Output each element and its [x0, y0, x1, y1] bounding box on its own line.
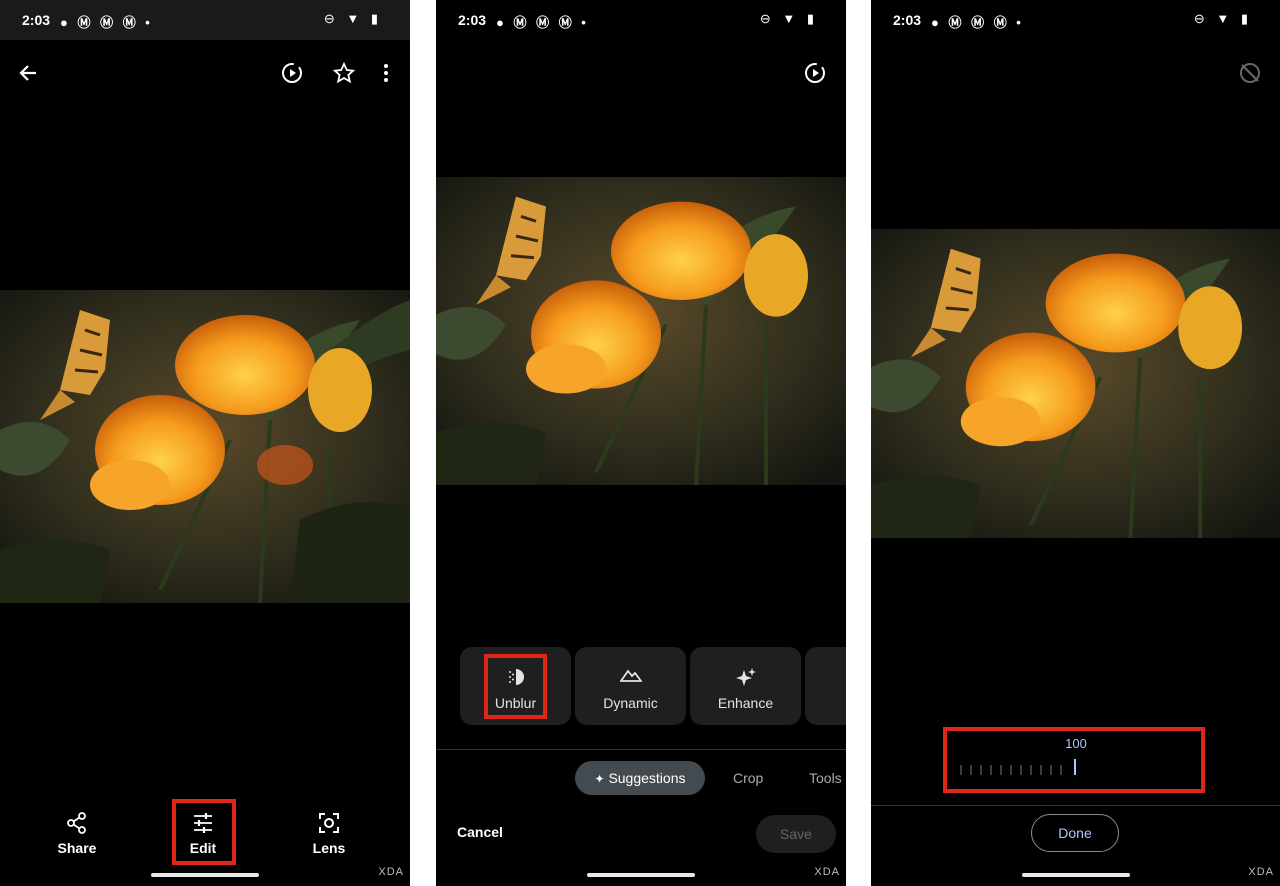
notification-icons: ● Ⓜ Ⓜ Ⓜ •: [931, 15, 1024, 30]
suggestion-dynamic[interactable]: Dynamic: [575, 647, 686, 725]
dynamic-label: Dynamic: [603, 695, 658, 711]
system-icons: ⊖ ▼ ▮: [1193, 11, 1252, 26]
lens-button[interactable]: Lens: [289, 812, 369, 856]
suggestions-label: Suggestions: [608, 770, 686, 786]
sparkle-icon: [690, 667, 801, 689]
share-button[interactable]: Share: [37, 812, 117, 856]
editor-divider: [436, 749, 846, 750]
unblur-adjust-screen: 2:03 ● Ⓜ Ⓜ Ⓜ • ⊖ ▼ ▮ 100 Done XDA: [871, 0, 1280, 886]
suggestion-enhance[interactable]: Enhance: [690, 647, 801, 725]
motion-off-icon[interactable]: [1237, 60, 1263, 86]
tab-suggestions[interactable]: ✦ Suggestions: [575, 761, 705, 795]
lens-label: Lens: [312, 840, 346, 856]
xda-watermark: XDA: [814, 866, 840, 878]
status-time: 2:03: [22, 12, 51, 28]
notification-icons: ● Ⓜ Ⓜ Ⓜ •: [60, 15, 153, 30]
share-icon: [37, 812, 117, 838]
suggestion-more[interactable]: [805, 647, 846, 725]
lens-icon: [289, 812, 369, 838]
star-icon[interactable]: [331, 60, 357, 86]
photo-viewer-screen: 2:03 ● Ⓜ Ⓜ Ⓜ • ⊖ ▼ ▮ Share Edit Lens XDA: [0, 0, 410, 886]
motion-play-icon[interactable]: [802, 60, 828, 86]
flower-photo: [436, 177, 846, 485]
gesture-bar: [151, 873, 259, 877]
system-icons: ⊖ ▼ ▮: [323, 11, 382, 26]
status-bar: 2:03 ● Ⓜ Ⓜ Ⓜ • ⊖ ▼ ▮: [0, 0, 410, 40]
status-time: 2:03: [893, 12, 922, 28]
xda-watermark: XDA: [378, 866, 404, 878]
slider-highlight-box: [943, 727, 1205, 793]
status-bar: 2:03 ● Ⓜ Ⓜ Ⓜ • ⊖ ▼ ▮: [436, 0, 846, 40]
suggestions-sparkle-icon: ✦: [594, 772, 605, 786]
flower-photo: [871, 229, 1280, 538]
done-button[interactable]: Done: [1031, 814, 1119, 852]
motion-play-icon[interactable]: [279, 60, 305, 86]
mountain-icon: [575, 667, 686, 689]
cancel-button[interactable]: Cancel: [457, 824, 503, 840]
flower-photo: [0, 290, 410, 603]
save-button[interactable]: Save: [756, 815, 836, 853]
more-options-icon[interactable]: [374, 60, 398, 86]
system-icons: ⊖ ▼ ▮: [759, 11, 818, 26]
share-label: Share: [57, 840, 97, 856]
notification-icons: ● Ⓜ Ⓜ Ⓜ •: [496, 15, 589, 30]
gesture-bar: [587, 873, 695, 877]
gesture-bar: [1021, 873, 1130, 877]
edit-highlight-box: [172, 799, 236, 865]
status-bar: 2:03 ● Ⓜ Ⓜ Ⓜ • ⊖ ▼ ▮: [871, 0, 1280, 40]
enhance-label: Enhance: [717, 695, 774, 711]
tab-tools[interactable]: Tools: [809, 761, 842, 795]
editor-divider: [871, 805, 1280, 806]
back-arrow-icon[interactable]: [14, 60, 42, 86]
editor-suggestions-screen: 2:03 ● Ⓜ Ⓜ Ⓜ • ⊖ ▼ ▮ Unblur Dynamic Enha…: [436, 0, 846, 886]
xda-watermark: XDA: [1248, 866, 1274, 878]
unblur-highlight-box: [484, 654, 547, 719]
status-time: 2:03: [458, 12, 487, 28]
tab-crop[interactable]: Crop: [733, 761, 763, 795]
